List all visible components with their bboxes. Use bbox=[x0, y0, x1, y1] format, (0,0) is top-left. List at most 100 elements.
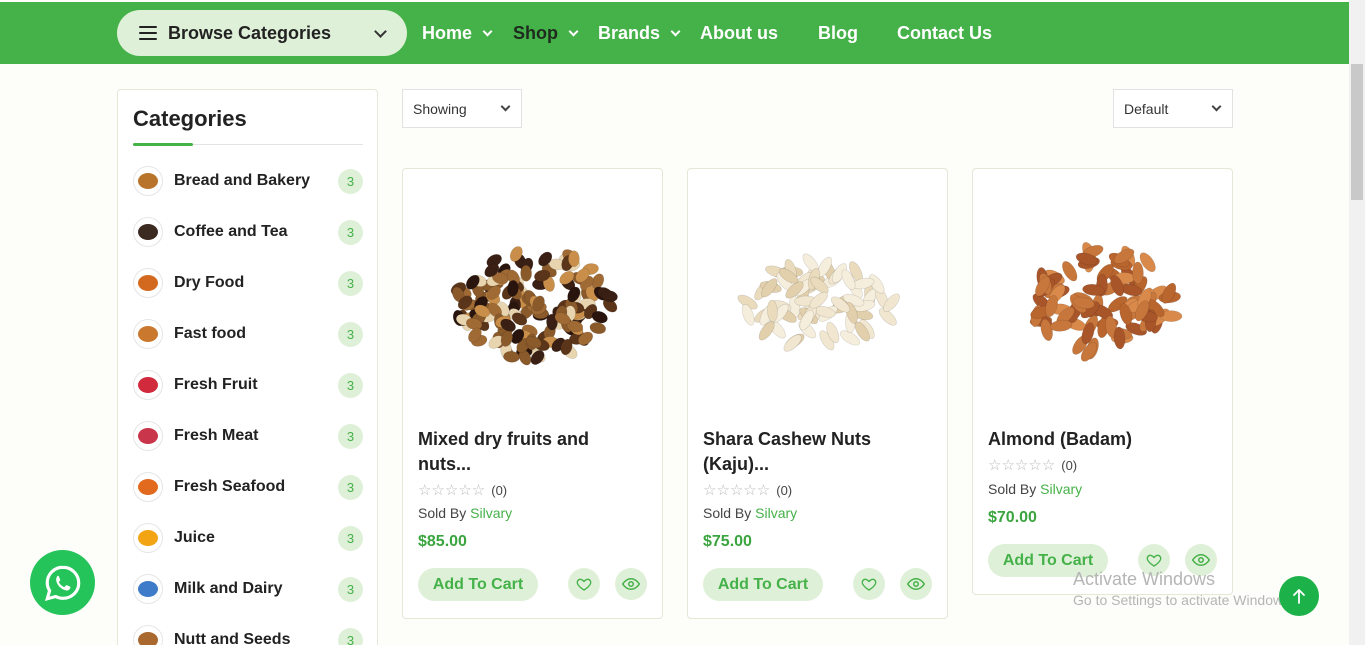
star-icons: ☆☆☆☆☆ bbox=[418, 482, 486, 499]
bread-icon bbox=[133, 166, 163, 196]
category-name: Juice bbox=[174, 529, 215, 546]
add-to-cart-button[interactable]: Add To Cart bbox=[703, 568, 823, 601]
sidebar-category-item[interactable]: Juice 3 bbox=[133, 522, 363, 554]
product-title[interactable]: Almond (Badam) bbox=[988, 427, 1208, 452]
category-count-badge: 3 bbox=[338, 627, 363, 645]
nav-brands[interactable]: Brands bbox=[598, 2, 681, 64]
sidebar-category-item[interactable]: Fast food 3 bbox=[133, 318, 363, 350]
milk-icon bbox=[133, 574, 163, 604]
sold-by: Sold By Silvary bbox=[418, 505, 513, 521]
rating-stars: ☆☆☆☆☆ (0) bbox=[988, 456, 1077, 474]
nav-brands-label: Brands bbox=[598, 22, 661, 43]
wishlist-button[interactable] bbox=[568, 568, 600, 600]
seafood-icon bbox=[133, 472, 163, 502]
heart-icon bbox=[576, 578, 592, 591]
product-card[interactable]: Mixed dry fruits and nuts... ☆☆☆☆☆ (0) S… bbox=[402, 168, 663, 619]
eye-icon bbox=[622, 577, 640, 591]
cashew-nuts-image[interactable] bbox=[708, 209, 928, 389]
nuts-icon bbox=[133, 625, 163, 645]
top-navbar: Browse Categories Home Shop Brands About… bbox=[0, 2, 1349, 64]
sort-value: Default bbox=[1124, 100, 1169, 117]
sidebar-category-item[interactable]: Fresh Meat 3 bbox=[133, 420, 363, 452]
sidebar-category-item[interactable]: Bread and Bakery 3 bbox=[133, 165, 363, 197]
sidebar-category-item[interactable]: Nutt and Seeds 3 bbox=[133, 624, 363, 645]
juice-icon bbox=[133, 523, 163, 553]
sidebar-title: Categories bbox=[133, 106, 247, 131]
coffee-icon bbox=[133, 217, 163, 247]
whatsapp-icon bbox=[44, 565, 80, 601]
category-name: Coffee and Tea bbox=[174, 223, 288, 240]
sidebar-category-item[interactable]: Milk and Dairy 3 bbox=[133, 573, 363, 605]
wishlist-button[interactable] bbox=[1138, 544, 1170, 576]
category-count-badge: 3 bbox=[338, 525, 363, 551]
category-count-badge: 3 bbox=[338, 372, 363, 398]
category-count-badge: 3 bbox=[338, 423, 363, 449]
quick-view-button[interactable] bbox=[615, 568, 647, 600]
nav-shop-label: Shop bbox=[513, 22, 558, 43]
sort-select[interactable]: Default bbox=[1113, 89, 1233, 128]
sold-by: Sold By Silvary bbox=[703, 505, 798, 521]
rating-count: (0) bbox=[491, 482, 508, 498]
heart-icon bbox=[1146, 554, 1162, 567]
eye-icon bbox=[1192, 553, 1210, 567]
menu-icon bbox=[139, 26, 157, 40]
showing-value: Showing bbox=[413, 100, 467, 117]
nav-contact-label: Contact Us bbox=[897, 22, 993, 43]
quick-view-button[interactable] bbox=[1185, 544, 1217, 576]
category-name: Nutt and Seeds bbox=[174, 631, 291, 645]
rating-count: (0) bbox=[776, 482, 793, 498]
scroll-to-top-button[interactable] bbox=[1279, 576, 1319, 616]
scrollbar-thumb[interactable] bbox=[1351, 64, 1363, 200]
wishlist-button[interactable] bbox=[853, 568, 885, 600]
nav-shop[interactable]: Shop bbox=[513, 2, 579, 64]
chevron-down-icon bbox=[1211, 101, 1222, 112]
chevron-down-icon bbox=[482, 26, 493, 36]
sold-by: Sold By Silvary bbox=[988, 481, 1083, 497]
meat-icon bbox=[133, 421, 163, 451]
category-name: Fast food bbox=[174, 325, 246, 342]
chevron-down-icon bbox=[500, 101, 511, 112]
chevron-down-icon bbox=[670, 26, 681, 36]
nav-blog[interactable]: Blog bbox=[818, 2, 858, 64]
add-to-cart-button[interactable]: Add To Cart bbox=[418, 568, 538, 601]
category-count-badge: 3 bbox=[338, 321, 363, 347]
rating-count: (0) bbox=[1061, 457, 1078, 473]
category-name: Dry Food bbox=[174, 274, 245, 291]
category-count-badge: 3 bbox=[338, 270, 363, 296]
whatsapp-button[interactable] bbox=[30, 550, 95, 615]
add-to-cart-button[interactable]: Add To Cart bbox=[988, 544, 1108, 577]
nav-about-label: About us bbox=[700, 22, 778, 43]
sidebar-category-item[interactable]: Dry Food 3 bbox=[133, 267, 363, 299]
heart-icon bbox=[861, 578, 877, 591]
chevron-down-icon bbox=[374, 24, 387, 38]
eye-icon bbox=[907, 577, 925, 591]
product-title[interactable]: Mixed dry fruits and nuts... bbox=[418, 427, 638, 477]
mixed-nuts-image[interactable] bbox=[423, 209, 643, 389]
category-count-badge: 3 bbox=[338, 168, 363, 194]
fruit-icon bbox=[133, 370, 163, 400]
category-name: Fresh Fruit bbox=[174, 376, 258, 393]
browse-categories-button[interactable]: Browse Categories bbox=[117, 10, 407, 56]
product-card[interactable]: Shara Cashew Nuts (Kaju)... ☆☆☆☆☆ (0) So… bbox=[687, 168, 948, 619]
vendor-link[interactable]: Silvary bbox=[1040, 481, 1082, 497]
nav-home[interactable]: Home bbox=[422, 2, 493, 64]
sidebar-category-item[interactable]: Coffee and Tea 3 bbox=[133, 216, 363, 248]
chevron-down-icon bbox=[568, 26, 579, 36]
categories-sidebar: Categories Bread and Bakery 3 Coffee and T… bbox=[117, 89, 378, 645]
nav-contact-us[interactable]: Contact Us bbox=[897, 2, 992, 64]
product-price: $85.00 bbox=[418, 533, 467, 550]
product-title[interactable]: Shara Cashew Nuts (Kaju)... bbox=[703, 427, 923, 477]
category-count-badge: 3 bbox=[338, 474, 363, 500]
rating-stars: ☆☆☆☆☆ (0) bbox=[418, 481, 507, 499]
quick-view-button[interactable] bbox=[900, 568, 932, 600]
product-card[interactable]: Almond (Badam) ☆☆☆☆☆ (0) Sold By Silvary… bbox=[972, 168, 1233, 595]
dry-food-icon bbox=[133, 268, 163, 298]
vendor-link[interactable]: Silvary bbox=[470, 505, 512, 521]
browse-categories-label: Browse Categories bbox=[168, 22, 332, 43]
showing-select[interactable]: Showing bbox=[402, 89, 522, 128]
vendor-link[interactable]: Silvary bbox=[755, 505, 797, 521]
sidebar-category-item[interactable]: Fresh Seafood 3 bbox=[133, 471, 363, 503]
nav-about-us[interactable]: About us bbox=[700, 2, 778, 64]
almond-image[interactable] bbox=[993, 209, 1213, 389]
sidebar-category-item[interactable]: Fresh Fruit 3 bbox=[133, 369, 363, 401]
